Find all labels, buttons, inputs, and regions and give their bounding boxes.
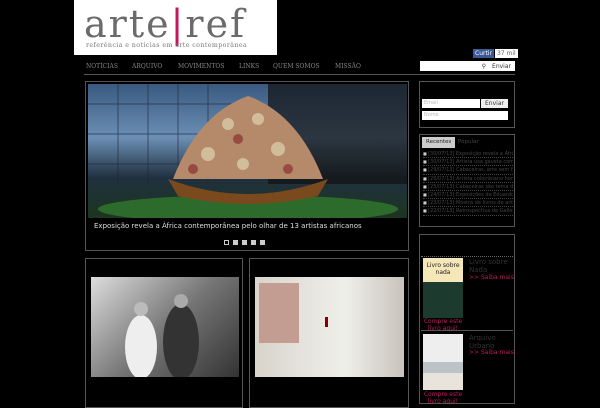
newsletter-name-input[interactable]: Nome bbox=[422, 111, 508, 120]
slide-caption[interactable]: Exposição revela a África contemporânea … bbox=[94, 222, 362, 230]
facebook-like-button[interactable]: Curtir 37 mil bbox=[473, 49, 518, 58]
buy-book-link[interactable]: Compre este livro aqui! bbox=[423, 391, 463, 405]
slider-pagination bbox=[224, 240, 265, 245]
tab-popular[interactable]: Popular bbox=[454, 137, 483, 148]
post-image[interactable] bbox=[91, 277, 239, 380]
post-image[interactable] bbox=[255, 277, 404, 377]
book-cover-arquivo-urbano[interactable] bbox=[423, 334, 463, 390]
book-title[interactable]: Arquivo Urbano bbox=[469, 334, 513, 350]
book-cover-title: Livro sobre nada bbox=[426, 262, 460, 276]
list-item[interactable]: [29/07/13] Cabaceiras, arte sem fim bbox=[423, 166, 513, 175]
main-nav: NOTÍCIAS ARQUIVO MOVIMENTOS LINKS QUEM S… bbox=[84, 61, 416, 72]
slide-dot[interactable] bbox=[233, 240, 238, 245]
recent-posts-list: [30/07/13] Exposição revela a África [30… bbox=[423, 150, 513, 216]
site-logo[interactable]: arte|ref referência e notícias em arte c… bbox=[74, 0, 277, 55]
newsletter-email-input[interactable]: Email bbox=[422, 99, 480, 108]
list-item[interactable]: [30/07/13] Exposição revela a África bbox=[423, 150, 513, 159]
newsletter-submit-button[interactable]: Enviar bbox=[481, 99, 508, 108]
facebook-like-label: Curtir bbox=[473, 49, 494, 58]
book-cover-livro-sobre-nada[interactable]: Livro sobre nada bbox=[423, 258, 463, 318]
list-item[interactable]: [23/07/13] Mostra de livros de artista bbox=[423, 199, 513, 208]
search-button[interactable]: Enviar bbox=[492, 63, 511, 70]
slide-dot[interactable] bbox=[242, 240, 247, 245]
book-title[interactable]: Livro sobre Nada bbox=[469, 258, 513, 274]
nav-quem-somos[interactable]: QUEM SOMOS bbox=[273, 63, 320, 70]
slide-dot[interactable] bbox=[251, 240, 256, 245]
nav-movimentos[interactable]: MOVIMENTOS bbox=[178, 63, 224, 70]
saiba-mais-link[interactable]: >> Saiba mais bbox=[469, 274, 514, 281]
tab-recentes[interactable]: Recentes bbox=[422, 137, 456, 148]
facebook-like-count: 37 mil bbox=[494, 49, 518, 58]
logo-wordmark: arte|ref bbox=[84, 2, 247, 46]
list-item[interactable]: [30/07/13] Artista usa gaveta como bbox=[423, 158, 513, 167]
slide-image[interactable] bbox=[88, 84, 407, 218]
books-divider bbox=[421, 330, 513, 331]
slide-dot[interactable] bbox=[260, 240, 265, 245]
list-item[interactable]: [26/07/13] Artista colombiano homenageia bbox=[423, 175, 513, 183]
nav-noticias[interactable]: NOTÍCIAS bbox=[86, 63, 118, 70]
search-input[interactable]: ⚲ Enviar bbox=[420, 61, 515, 71]
list-item[interactable]: [22/07/13] Retrospectiva de Galleri bbox=[423, 207, 513, 216]
books-divider bbox=[421, 256, 513, 257]
nav-divider bbox=[84, 74, 515, 75]
logo-tagline: referência e notícias em arte contemporâ… bbox=[86, 42, 248, 49]
slide-dot[interactable] bbox=[224, 240, 229, 245]
nav-links[interactable]: LINKS bbox=[239, 63, 259, 70]
nav-missao[interactable]: MISSÃO bbox=[335, 63, 361, 70]
list-item[interactable]: [25/07/13] Cabaceiras são tema de bbox=[423, 183, 513, 191]
search-icon[interactable]: ⚲ bbox=[482, 63, 486, 70]
nav-arquivo[interactable]: ARQUIVO bbox=[132, 63, 162, 70]
saiba-mais-link[interactable]: >> Saiba mais bbox=[469, 349, 514, 356]
list-item[interactable]: [24/07/13] Exposições de Eduardo Sued bbox=[423, 191, 513, 200]
